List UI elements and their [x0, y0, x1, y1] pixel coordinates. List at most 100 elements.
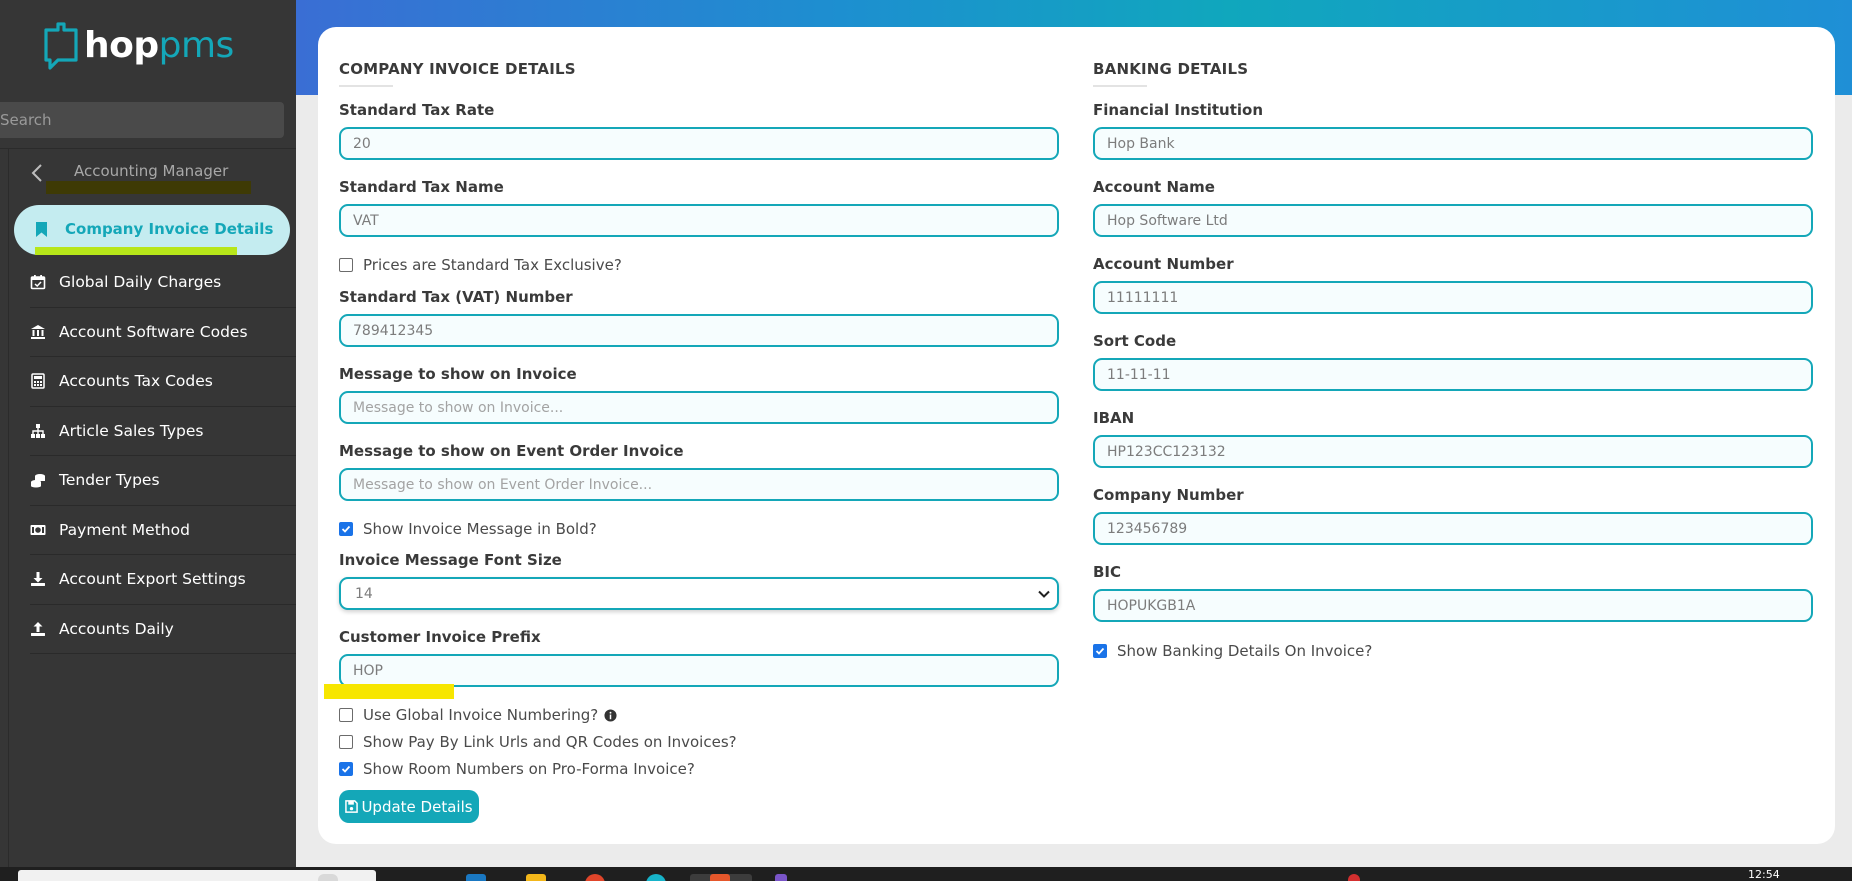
bookmark-icon — [36, 222, 47, 237]
sidebar-search-input[interactable] — [0, 102, 284, 138]
vat-number-label: Standard Tax (VAT) Number — [339, 288, 573, 306]
sidebar-item-global-daily-charges[interactable]: Global Daily Charges — [30, 258, 296, 308]
room-numbers-checkbox-row[interactable]: Show Room Numbers on Pro-Forma Invoice? — [339, 760, 695, 778]
hoppms-logo[interactable]: hoppms — [40, 20, 234, 72]
pay-by-link-checkbox[interactable] — [339, 735, 353, 749]
tax-rate-input[interactable] — [339, 127, 1059, 160]
sidebar-menu: Global Daily Charges Account Software Co… — [30, 258, 296, 654]
sidebar-item-label: Global Daily Charges — [59, 273, 222, 292]
invoice-message-input[interactable] — [339, 391, 1059, 424]
taskbar-app-icon[interactable] — [646, 874, 666, 881]
sidebar-item-label: Account Export Settings — [59, 570, 246, 589]
institution-input[interactable] — [1093, 127, 1813, 160]
sidebar-item-label: Account Software Codes — [59, 322, 248, 341]
taskbar-app-icon[interactable] — [466, 874, 486, 881]
info-circle-icon[interactable] — [604, 708, 617, 722]
check-icon — [341, 525, 351, 533]
sort-code-input[interactable] — [1093, 358, 1813, 391]
show-banking-checkbox-row[interactable]: Show Banking Details On Invoice? — [1093, 642, 1372, 660]
tax-name-input[interactable] — [339, 204, 1059, 237]
invoice-prefix-input[interactable] — [339, 654, 1059, 687]
room-numbers-label: Show Room Numbers on Pro-Forma Invoice? — [363, 760, 695, 778]
event-message-input[interactable] — [339, 468, 1059, 501]
font-size-select[interactable]: 14 — [339, 577, 1059, 610]
account-number-input[interactable] — [1093, 281, 1813, 314]
pay-by-link-checkbox-row[interactable]: Show Pay By Link Urls and QR Codes on In… — [339, 733, 737, 751]
update-details-label: Update Details — [361, 797, 473, 816]
room-numbers-checkbox[interactable] — [339, 762, 353, 776]
check-icon — [1095, 647, 1105, 655]
highlight-mark — [35, 247, 237, 255]
chevron-down-icon — [1038, 590, 1050, 598]
tax-rate-label: Standard Tax Rate — [339, 101, 495, 119]
sidebar-item-payment-method[interactable]: Payment Method — [30, 506, 296, 555]
download-icon — [31, 572, 45, 587]
sidebar-item-label: Payment Method — [59, 520, 190, 539]
tax-exclusive-checkbox[interactable] — [339, 258, 353, 272]
taskbar-clock: 12:54 — [1748, 868, 1780, 881]
global-numbering-checkbox[interactable] — [339, 708, 353, 722]
bic-label: BIC — [1093, 563, 1122, 581]
update-details-button[interactable]: Update Details — [339, 790, 479, 823]
tax-exclusive-checkbox-row[interactable]: Prices are Standard Tax Exclusive? — [339, 256, 622, 274]
taskbar-app-icon[interactable] — [526, 874, 546, 881]
hop-logo-icon — [44, 22, 78, 70]
vat-number-input[interactable] — [339, 314, 1059, 347]
sitemap-icon — [31, 423, 45, 438]
bold-message-checkbox-row[interactable]: Show Invoice Message in Bold? — [339, 520, 597, 538]
sidebar-item-label: Tender Types — [59, 471, 160, 490]
sidebar-item-accounts-tax-codes[interactable]: Accounts Tax Codes — [30, 357, 296, 407]
global-numbering-label: Use Global Invoice Numbering? — [363, 706, 599, 724]
sidebar-vertical-divider — [8, 149, 9, 867]
coins-icon — [31, 474, 45, 488]
logo-hop-text: hop — [84, 25, 159, 66]
company-number-input[interactable] — [1093, 512, 1813, 545]
taskbar-app-icon[interactable] — [710, 874, 730, 881]
sidebar-item-label: Accounts Tax Codes — [59, 372, 213, 391]
os-taskbar: 12:54 — [0, 867, 1852, 881]
invoice-message-label: Message to show on Invoice — [339, 365, 577, 383]
iban-input[interactable] — [1093, 435, 1813, 468]
account-number-label: Account Number — [1093, 255, 1234, 273]
sidebar-item-label: Accounts Daily — [59, 619, 174, 638]
global-numbering-checkbox-row[interactable]: Use Global Invoice Numbering? — [339, 706, 617, 724]
calculator-icon — [31, 373, 45, 389]
highlight-mark — [46, 181, 251, 194]
highlight-mark — [324, 684, 454, 699]
sidebar: hoppms Accounting Manager Company Invoic… — [0, 0, 296, 867]
invoice-prefix-label: Customer Invoice Prefix — [339, 628, 541, 646]
tax-exclusive-label: Prices are Standard Tax Exclusive? — [363, 256, 622, 274]
tax-name-label: Standard Tax Name — [339, 178, 504, 196]
sidebar-divider — [0, 148, 296, 149]
pay-by-link-label: Show Pay By Link Urls and QR Codes on In… — [363, 733, 737, 751]
bold-message-checkbox[interactable] — [339, 522, 353, 536]
show-banking-checkbox[interactable] — [1093, 644, 1107, 658]
sidebar-item-accounts-daily[interactable]: Accounts Daily — [30, 605, 296, 654]
company-invoice-section-title: COMPANY INVOICE DETAILS — [339, 60, 576, 78]
company-number-label: Company Number — [1093, 486, 1244, 504]
section-underline — [1093, 85, 1147, 87]
sort-code-label: Sort Code — [1093, 332, 1177, 350]
institution-label: Financial Institution — [1093, 101, 1264, 119]
taskbar-app-icon[interactable] — [585, 874, 605, 881]
font-size-label: Invoice Message Font Size — [339, 551, 562, 569]
tray-icon[interactable] — [1348, 874, 1360, 881]
sidebar-item-account-software-codes[interactable]: Account Software Codes — [30, 308, 296, 357]
font-size-value: 14 — [355, 586, 373, 602]
event-message-label: Message to show on Event Order Invoice — [339, 442, 684, 460]
account-name-input[interactable] — [1093, 204, 1813, 237]
sidebar-item-account-export-settings[interactable]: Account Export Settings — [30, 555, 296, 605]
calendar-check-icon — [30, 275, 46, 290]
sidebar-item-label: Company Invoice Details — [65, 220, 274, 238]
bic-input[interactable] — [1093, 589, 1813, 622]
section-underline — [339, 85, 393, 87]
upload-icon — [31, 621, 45, 636]
sidebar-item-article-sales-types[interactable]: Article Sales Types — [30, 407, 296, 456]
sidebar-item-tender-types[interactable]: Tender Types — [30, 456, 296, 506]
logo-pms-text: pms — [158, 25, 235, 66]
taskbar-app-icon[interactable] — [318, 874, 338, 881]
iban-label: IBAN — [1093, 409, 1135, 427]
show-banking-label: Show Banking Details On Invoice? — [1117, 642, 1373, 660]
banking-section-title: BANKING DETAILS — [1093, 60, 1249, 78]
taskbar-app-icon[interactable] — [775, 874, 787, 881]
